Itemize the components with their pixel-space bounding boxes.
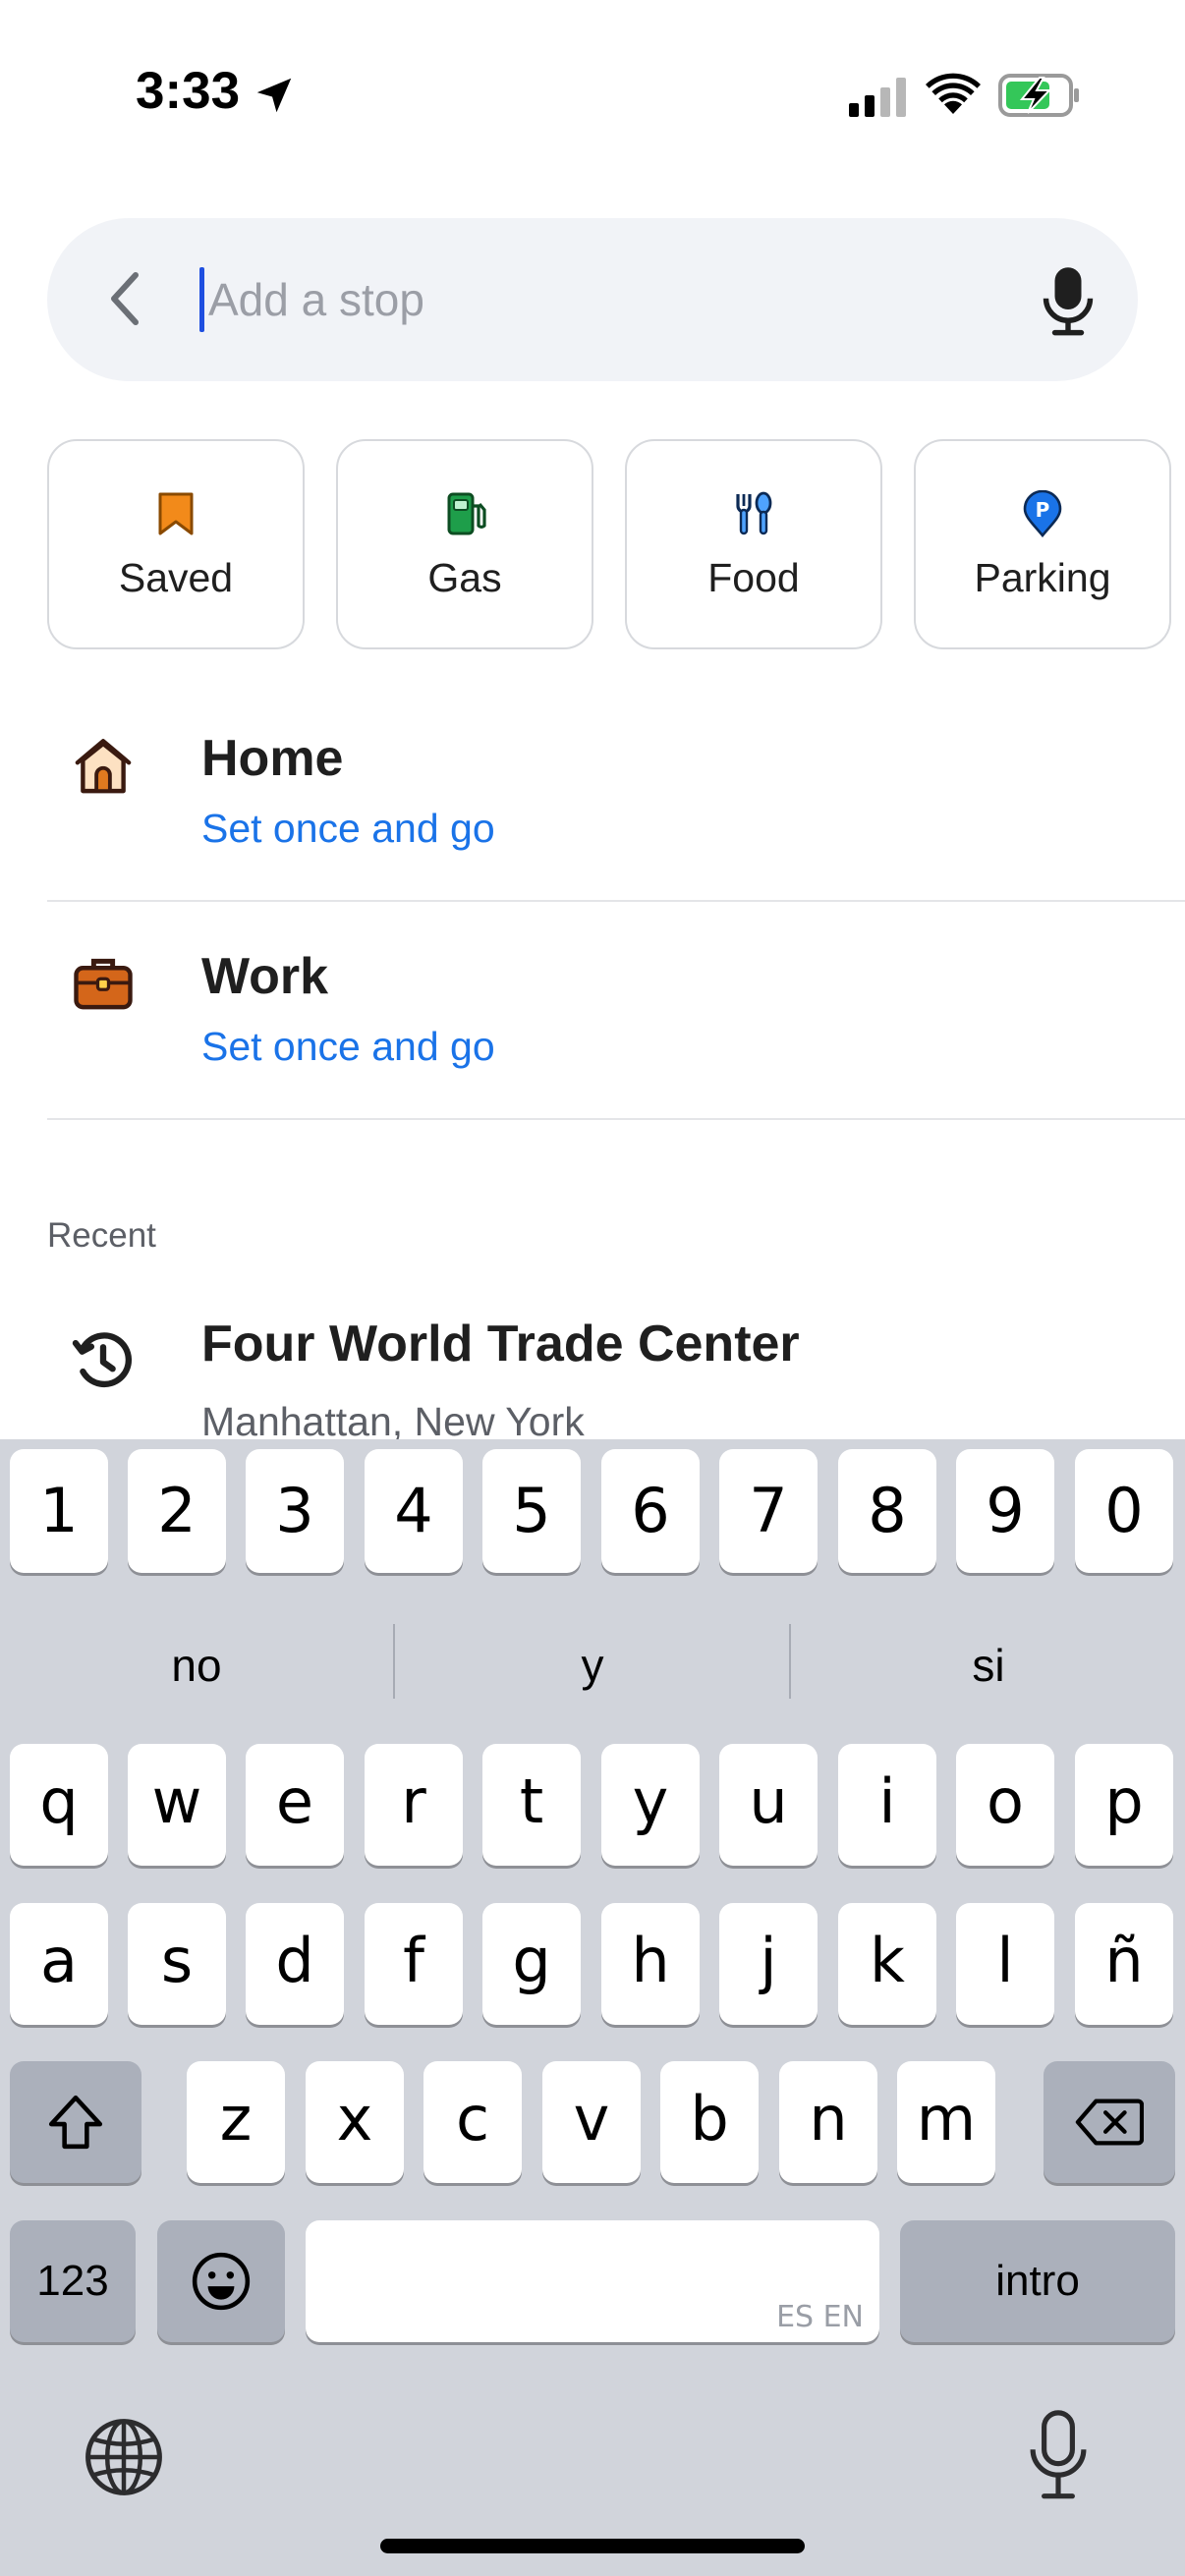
work-row[interactable]: Work Set once and go xyxy=(47,906,1185,1124)
key-t[interactable]: t xyxy=(482,1744,581,1866)
key-l[interactable]: l xyxy=(956,1903,1054,2025)
wifi-icon xyxy=(926,73,981,114)
search-input[interactable] xyxy=(204,257,1014,342)
globe-icon[interactable] xyxy=(83,2416,165,2498)
microphone-icon[interactable] xyxy=(1042,265,1095,336)
parking-chip[interactable]: P Parking xyxy=(914,439,1171,649)
key-w[interactable]: w xyxy=(128,1744,226,1866)
key-4[interactable]: 4 xyxy=(365,1449,463,1573)
back-chevron-icon[interactable] xyxy=(104,269,143,328)
gas-pump-icon xyxy=(447,492,486,535)
battery-charging-icon xyxy=(998,74,1079,117)
key-8[interactable]: 8 xyxy=(838,1449,936,1573)
key-e[interactable]: e xyxy=(246,1744,344,1866)
suggestion-separator xyxy=(789,1624,791,1699)
dictation-microphone-icon[interactable] xyxy=(1026,2410,1091,2500)
utensils-icon xyxy=(736,491,772,535)
home-set-link[interactable]: Set once and go xyxy=(201,806,495,852)
home-title: Home xyxy=(201,730,344,787)
gas-chip[interactable]: Gas xyxy=(336,439,593,649)
return-key[interactable]: intro xyxy=(900,2220,1175,2342)
parking-icon: P xyxy=(1023,490,1062,537)
suggestion-1[interactable]: no xyxy=(0,1616,393,1714)
key-9[interactable]: 9 xyxy=(956,1449,1054,1573)
key-y[interactable]: y xyxy=(601,1744,700,1866)
work-title: Work xyxy=(201,948,329,1005)
key-6[interactable]: 6 xyxy=(601,1449,700,1573)
divider xyxy=(47,900,1185,902)
home-indicator xyxy=(380,2539,805,2553)
suggestion-3[interactable]: si xyxy=(792,1616,1185,1714)
key-n-tilde[interactable]: ñ xyxy=(1075,1903,1173,2025)
key-h[interactable]: h xyxy=(601,1903,700,2025)
home-icon xyxy=(75,739,132,794)
key-m[interactable]: m xyxy=(897,2061,995,2183)
saved-chip[interactable]: Saved xyxy=(47,439,305,649)
key-g[interactable]: g xyxy=(482,1903,581,2025)
numbers-mode-key[interactable]: 123 xyxy=(10,2220,136,2342)
key-o[interactable]: o xyxy=(956,1744,1054,1866)
category-chips: Saved Gas Food P Parking xyxy=(47,439,1185,651)
key-d[interactable]: d xyxy=(246,1903,344,2025)
keyboard: 1 2 3 4 5 6 7 8 9 0 no y si q w e r t y … xyxy=(0,1439,1185,2576)
shift-key[interactable] xyxy=(10,2061,141,2183)
status-time: 3:33 xyxy=(136,62,241,120)
recent-item-subtitle: Manhattan, New York xyxy=(201,1399,585,1439)
suggestion-2[interactable]: y xyxy=(396,1616,789,1714)
key-i[interactable]: i xyxy=(838,1744,936,1866)
recent-item-title: Four World Trade Center xyxy=(201,1316,800,1372)
key-k[interactable]: k xyxy=(838,1903,936,2025)
suggestion-separator xyxy=(393,1624,395,1699)
key-q[interactable]: q xyxy=(10,1744,108,1866)
space-key[interactable]: ES EN xyxy=(306,2220,879,2342)
backspace-key[interactable] xyxy=(1044,2061,1175,2183)
key-x[interactable]: x xyxy=(306,2061,404,2183)
key-r[interactable]: r xyxy=(365,1744,463,1866)
chip-label: Parking xyxy=(974,555,1111,600)
chip-label: Food xyxy=(707,555,800,600)
chip-label: Gas xyxy=(427,555,502,600)
shift-arrow-icon xyxy=(48,2095,103,2150)
key-p[interactable]: p xyxy=(1075,1744,1173,1866)
recent-section-label: Recent xyxy=(47,1216,156,1255)
location-arrow-icon xyxy=(256,78,292,113)
food-chip[interactable]: Food xyxy=(625,439,882,649)
cellular-signal-icon xyxy=(849,78,906,117)
key-5[interactable]: 5 xyxy=(482,1449,581,1573)
chip-label: Saved xyxy=(118,555,234,600)
home-row[interactable]: Home Set once and go xyxy=(47,688,1185,906)
space-language-hint: ES EN xyxy=(776,2300,864,2334)
key-a[interactable]: a xyxy=(10,1903,108,2025)
key-7[interactable]: 7 xyxy=(719,1449,818,1573)
work-set-link[interactable]: Set once and go xyxy=(201,1024,495,1070)
svg-text:P: P xyxy=(1036,498,1050,522)
key-u[interactable]: u xyxy=(719,1744,818,1866)
search-bar xyxy=(47,218,1138,381)
key-3[interactable]: 3 xyxy=(246,1449,344,1573)
key-v[interactable]: v xyxy=(542,2061,641,2183)
briefcase-icon xyxy=(74,958,133,1010)
key-2[interactable]: 2 xyxy=(128,1449,226,1573)
key-c[interactable]: c xyxy=(423,2061,522,2183)
key-z[interactable]: z xyxy=(187,2061,285,2183)
history-icon xyxy=(72,1332,133,1388)
key-n[interactable]: n xyxy=(779,2061,877,2183)
bookmark-icon xyxy=(158,492,194,535)
key-s[interactable]: s xyxy=(128,1903,226,2025)
backspace-icon xyxy=(1075,2099,1145,2146)
emoji-key[interactable] xyxy=(157,2220,285,2342)
status-bar: 3:33 xyxy=(0,0,1185,196)
key-f[interactable]: f xyxy=(365,1903,463,2025)
key-j[interactable]: j xyxy=(719,1903,818,2025)
emoji-icon xyxy=(192,2252,251,2311)
key-0[interactable]: 0 xyxy=(1075,1449,1173,1573)
divider xyxy=(47,1118,1185,1120)
key-b[interactable]: b xyxy=(660,2061,759,2183)
key-1[interactable]: 1 xyxy=(10,1449,108,1573)
recent-item[interactable]: Four World Trade Center Manhattan, New Y… xyxy=(47,1267,1185,1439)
